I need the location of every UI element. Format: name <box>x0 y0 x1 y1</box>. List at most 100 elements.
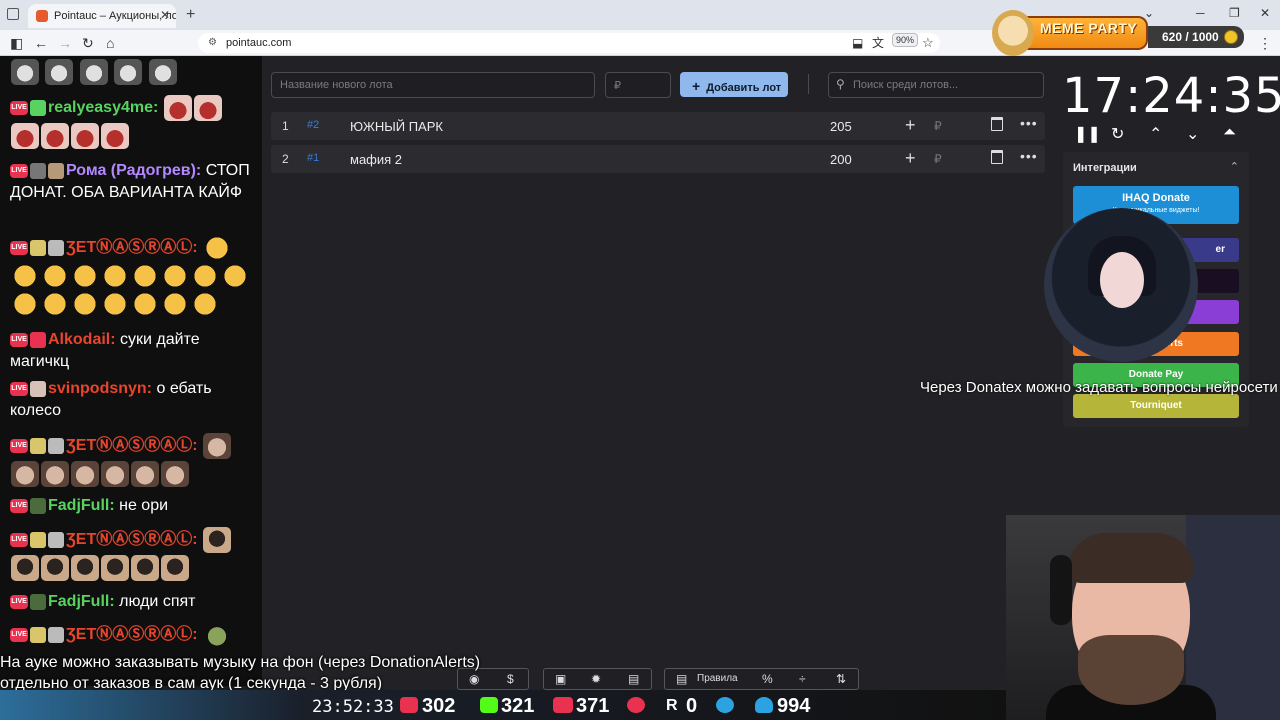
delete-lot-icon[interactable] <box>991 150 1003 164</box>
pause-icon[interactable]: ❚❚ <box>1074 124 1101 144</box>
emote-icon <box>71 263 99 289</box>
vtuber-avatar <box>1044 208 1198 362</box>
percent-icon[interactable]: % <box>762 672 773 686</box>
chat-username[interactable]: ƷETⓃⒶⓈⓇⒶⓁ: <box>66 437 198 454</box>
emote-icon <box>11 291 39 317</box>
pointauc-favicon-icon <box>36 10 48 22</box>
add-amount-icon[interactable]: + <box>905 115 916 136</box>
split-icon[interactable]: ÷ <box>799 672 806 686</box>
zoom-level[interactable]: 90% <box>892 33 919 47</box>
url-text: pointauc.com <box>226 37 292 49</box>
sidebar-toggle-icon[interactable]: ◧ <box>10 34 23 52</box>
save-icon[interactable]: ▣ <box>555 672 566 686</box>
tourniquet-button[interactable]: Tourniquet <box>1073 394 1239 418</box>
webcam-hair <box>1068 533 1194 583</box>
emote-icon <box>101 291 129 317</box>
new-lot-name-input[interactable]: Название нового лота <box>271 72 595 98</box>
more-options-icon[interactable]: ••• <box>1020 115 1038 131</box>
ihaq-label: IHAQ Donate <box>1122 192 1190 204</box>
emote-icon <box>41 555 69 581</box>
close-window-icon[interactable]: ✕ <box>1260 6 1270 20</box>
chat-username[interactable]: ƷETⓃⒶⓈⓇⒶⓁ: <box>66 239 198 256</box>
chat-username[interactable]: FadjFull: <box>48 497 115 514</box>
emote-icon <box>11 263 39 289</box>
user-badge-icon <box>30 497 46 514</box>
lot-row[interactable]: 2 #1 мафия 2 200 + ₽ ••• <box>271 145 1045 173</box>
lot-search-input[interactable]: ⚲ Поиск среди лотов... <box>828 72 1044 98</box>
chat-username[interactable]: FadjFull: <box>48 593 115 610</box>
chat-username[interactable]: Alkodail: <box>48 331 116 348</box>
live-icon <box>553 697 573 713</box>
add-lot-button[interactable]: + Добавить лот <box>680 72 788 97</box>
chat-username[interactable]: ƷETⓃⒶⓈⓇⒶⓁ: <box>66 626 198 643</box>
emote-icon <box>131 461 159 487</box>
bug-report-icon[interactable]: ✹ <box>591 672 601 686</box>
search-placeholder: Поиск среди лотов... <box>853 79 959 91</box>
doge-icon <box>992 10 1034 56</box>
emote-icon <box>41 263 69 289</box>
bookmark-star-icon[interactable]: ☆ <box>922 34 934 52</box>
user-badge-icon <box>30 532 46 548</box>
lot-currency: ₽ <box>934 152 942 166</box>
sort-icon[interactable]: ⇅ <box>836 672 846 686</box>
meme-party-counter: 620 / 1000 <box>1148 26 1244 48</box>
increase-time-icon[interactable]: ⌃ <box>1149 124 1162 144</box>
live-badge-icon: LIVE <box>10 241 28 255</box>
chat-username[interactable]: Рома (Радогрев): <box>66 162 201 179</box>
emote-icon <box>131 555 159 581</box>
user-badge-icon <box>30 331 46 348</box>
emote-icon <box>41 291 69 317</box>
restore-icon[interactable]: ❐ <box>1229 6 1240 20</box>
emote-icon <box>101 123 129 149</box>
close-tab-icon[interactable]: ✕ <box>160 8 170 22</box>
tab-actions-icon[interactable] <box>7 8 19 20</box>
live-badge-icon: LIVE <box>10 163 28 178</box>
lot-position: 1 <box>282 119 289 133</box>
emote-icon <box>193 95 222 121</box>
lot-name[interactable]: ЮЖНЫЙ ПАРК <box>350 119 443 134</box>
chat-username[interactable]: svinpodsnyn: <box>48 380 152 397</box>
more-options-icon[interactable]: ••• <box>1020 148 1038 164</box>
install-app-icon[interactable]: ⬓ <box>852 34 863 52</box>
lot-row[interactable]: 1 #2 ЮЖНЫЙ ПАРК 205 + ₽ ••• <box>271 112 1045 140</box>
emote-icon <box>79 59 108 85</box>
clear-lots-icon[interactable]: ▤ <box>628 672 639 686</box>
reset-icon[interactable]: ↻ <box>1111 124 1124 144</box>
double-up-icon[interactable]: ⏶ <box>1223 124 1236 142</box>
translate-icon[interactable]: 文 <box>872 34 884 52</box>
donate-dollar-icon[interactable]: $ <box>507 672 514 686</box>
live-badge-icon: LIVE <box>10 533 28 547</box>
new-tab-button[interactable]: + <box>186 6 195 24</box>
new-lot-amount-input[interactable]: ₽ <box>605 72 671 98</box>
lot-amount: 205 <box>830 119 852 134</box>
chat-message: LIVE ƷETⓃⒶⓈⓇⒶⓁ: <box>10 234 260 318</box>
forward-icon[interactable]: → <box>58 34 72 52</box>
lot-position: 2 <box>282 152 289 166</box>
rutube-icon: R <box>666 697 678 714</box>
reload-icon[interactable]: ↻ <box>82 34 94 52</box>
chat-username[interactable]: ƷETⓃⒶⓈⓇⒶⓁ: <box>66 531 198 548</box>
rules-button[interactable]: Правила <box>697 673 738 684</box>
browser-tab[interactable]: Pointauc – Аукционы, лотереи ✕ <box>28 4 176 28</box>
emote-icon <box>161 461 189 487</box>
home-icon[interactable]: ⌂ <box>106 34 114 52</box>
back-icon[interactable]: ← <box>34 34 48 52</box>
site-info-icon[interactable]: ⚙ <box>208 37 217 48</box>
url-field[interactable]: ⚙ pointauc.com <box>198 33 940 53</box>
emote-icon <box>161 263 189 289</box>
live-badge-icon: LIVE <box>10 332 28 347</box>
emote-icon <box>11 123 39 149</box>
add-lot-label: Добавить лот <box>706 82 782 94</box>
minimize-icon[interactable]: ─ <box>1196 6 1205 20</box>
total-viewers: 994 <box>777 695 811 717</box>
delete-lot-icon[interactable] <box>991 117 1003 131</box>
chat-username[interactable]: realyeasy4me: <box>48 99 158 116</box>
lot-name[interactable]: мафия 2 <box>350 152 402 167</box>
chevron-down-icon[interactable]: ⌄ <box>1144 6 1154 20</box>
user-badge-icon <box>48 162 64 179</box>
decrease-time-icon[interactable]: ⌄ <box>1186 124 1199 144</box>
menu-dots-icon[interactable]: ⋮ <box>1258 34 1272 52</box>
coin-icon <box>1224 30 1238 44</box>
collapse-chevron-icon[interactable]: ⌃ <box>1230 160 1239 173</box>
add-amount-icon[interactable]: + <box>905 148 916 169</box>
